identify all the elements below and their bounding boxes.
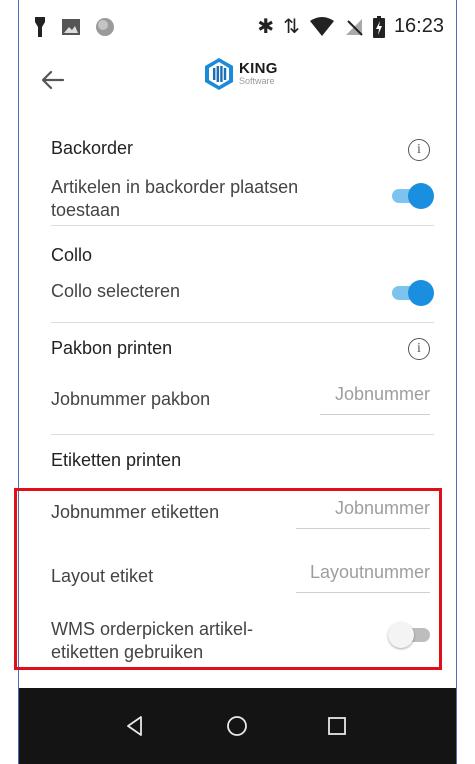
section-title-pakbon: Pakbon printen xyxy=(51,338,173,358)
status-time: 16:23 xyxy=(393,15,444,37)
section-title-etiketten: Etiketten printen xyxy=(51,450,182,470)
battery-icon xyxy=(372,15,385,38)
logo-subtitle: Software xyxy=(239,76,275,86)
back-triangle-icon[interactable] xyxy=(123,714,147,738)
section-title-backorder: Backorder xyxy=(51,138,134,158)
pakbon-job-input[interactable]: Jobnummer xyxy=(320,384,430,415)
divider xyxy=(51,434,434,435)
info-icon-backorder[interactable]: i xyxy=(408,139,430,161)
backorder-toggle[interactable] xyxy=(388,181,434,211)
alarm-icon xyxy=(35,17,45,37)
logo-name: KING xyxy=(239,60,278,77)
section-title-collo: Collo xyxy=(51,245,93,265)
king-logo-icon xyxy=(205,58,233,90)
data-arrows-icon: ⇅ xyxy=(283,16,300,38)
collo-label: Collo selecteren xyxy=(51,281,181,301)
backorder-label: Artikelen in backorder plaatsen toestaan xyxy=(51,177,299,220)
info-icon-pakbon[interactable]: i xyxy=(408,338,430,360)
divider xyxy=(51,322,434,323)
recents-square-icon[interactable] xyxy=(325,714,349,738)
circle-icon xyxy=(96,18,114,36)
bluetooth-icon: ✱ xyxy=(257,16,275,38)
divider xyxy=(51,225,434,226)
arrow-left-icon[interactable] xyxy=(39,66,67,94)
wifi-icon xyxy=(309,16,334,36)
navigation-bar xyxy=(19,688,456,764)
app-logo: KING Software xyxy=(203,57,278,91)
home-circle-icon[interactable] xyxy=(225,714,249,738)
image-icon xyxy=(62,19,80,35)
highlight-box xyxy=(14,488,442,670)
status-bar: ✱ ⇅ 16:23 xyxy=(19,0,456,52)
no-signal-icon xyxy=(345,18,363,36)
app-bar: KING Software xyxy=(19,52,456,108)
collo-toggle[interactable] xyxy=(388,278,434,308)
